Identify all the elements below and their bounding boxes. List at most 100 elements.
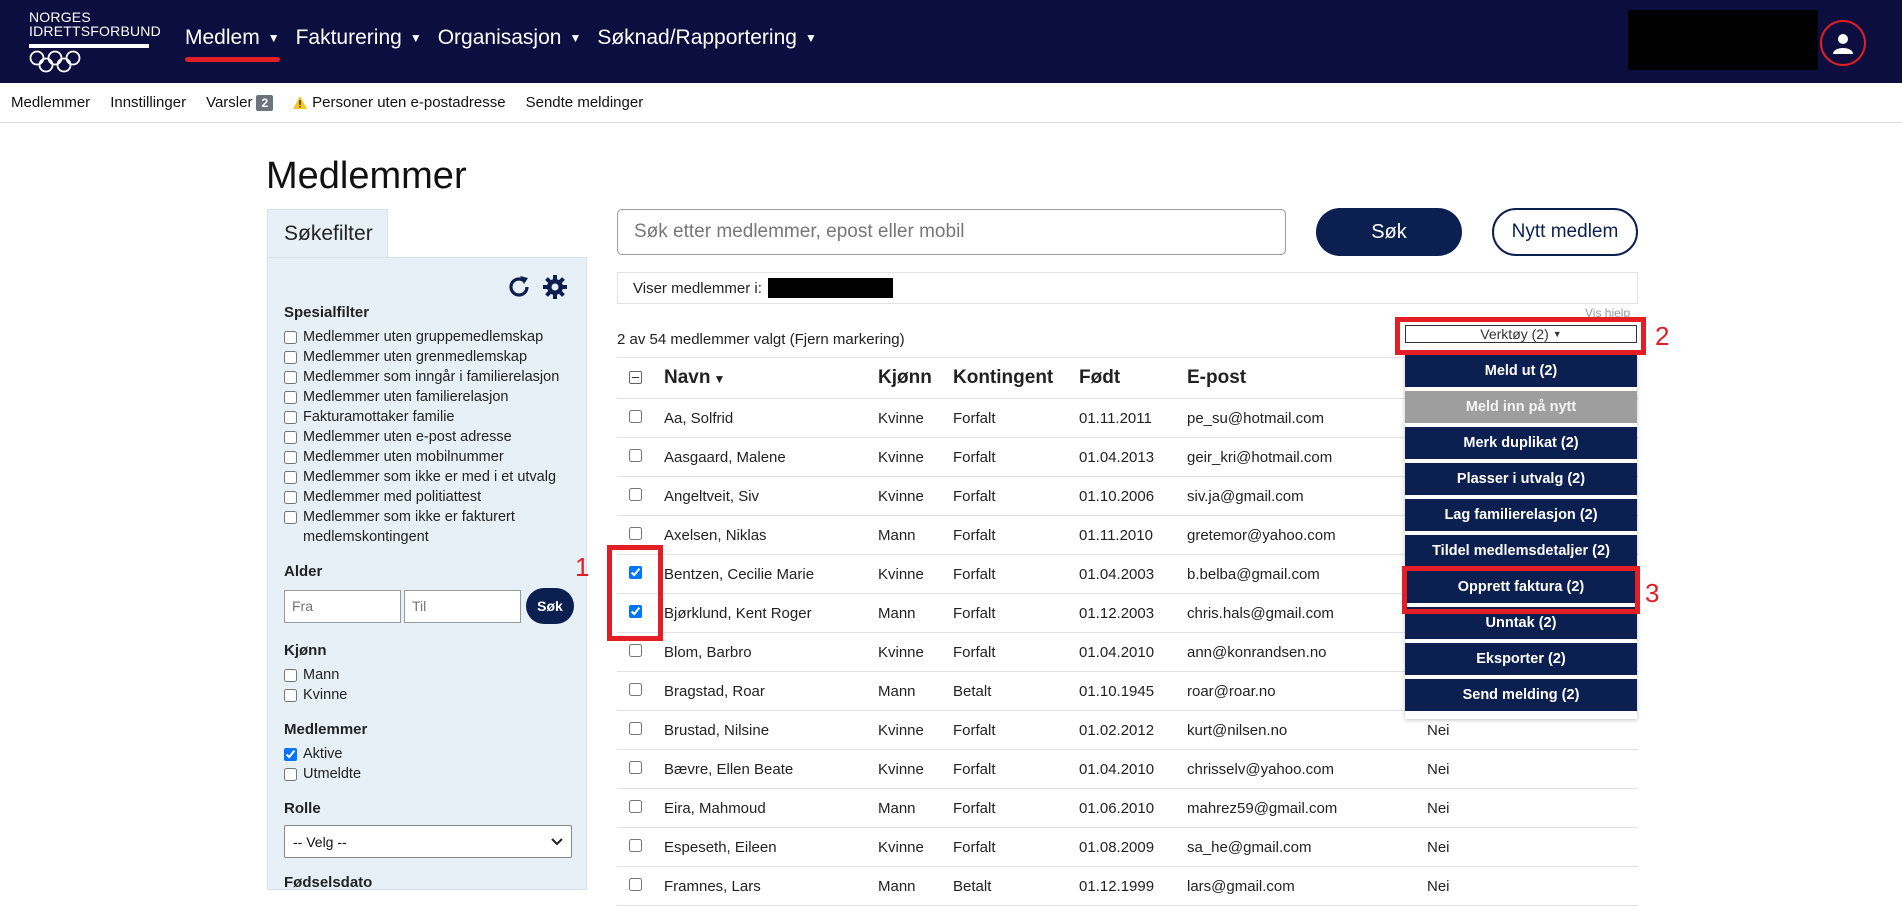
row-select-checkbox[interactable] xyxy=(629,877,642,891)
olympic-rings-icon xyxy=(29,50,81,73)
filter-checkbox[interactable] xyxy=(284,491,297,504)
subnav-medlemmer[interactable]: Medlemmer xyxy=(11,94,90,111)
row-select-checkbox[interactable] xyxy=(629,838,642,852)
member-gender: Kvinne xyxy=(878,632,953,672)
clear-selection-link[interactable]: (Fjern markering) xyxy=(790,331,905,348)
member-name[interactable]: Bentzen, Cecilie Marie xyxy=(664,554,878,594)
filter-checkbox[interactable] xyxy=(284,431,297,444)
select-all-checkbox[interactable] xyxy=(629,371,642,385)
filter-checkbox[interactable] xyxy=(284,511,297,524)
search-button[interactable]: Søk xyxy=(1316,208,1462,256)
showing-members-in: Viser medlemmer i: xyxy=(617,272,1638,304)
help-link[interactable]: Vis hjelp xyxy=(1585,306,1630,318)
row-select-checkbox[interactable] xyxy=(629,682,642,696)
reset-filter-icon[interactable] xyxy=(506,274,532,300)
member-name[interactable]: Bjørklund, Kent Roger xyxy=(664,593,878,633)
table-row[interactable]: Framnes, Lars Mann Betalt 01.12.1999 lars@gm… xyxy=(617,866,1638,906)
row-select-checkbox[interactable] xyxy=(629,760,642,774)
tools-menu-item[interactable]: Tildel medlemsdetaljer (2) xyxy=(1405,535,1637,567)
filter-checkbox[interactable] xyxy=(284,391,297,404)
member-email: sa_he@gmail.com xyxy=(1187,827,1427,867)
age-from-input[interactable] xyxy=(284,589,401,623)
menu-soknad-rapportering[interactable]: Søknad/Rapportering ▼ xyxy=(597,26,817,50)
col-name[interactable]: Navn ▼ xyxy=(664,357,878,399)
row-select-cell xyxy=(617,593,664,633)
member-name[interactable]: Angeltveit, Siv xyxy=(664,476,878,516)
row-select-cell xyxy=(617,437,664,477)
tools-menu-item[interactable]: Unntak (2) xyxy=(1405,607,1637,639)
row-select-checkbox[interactable] xyxy=(629,409,642,423)
tools-menu-item[interactable]: Lag familierelasjon (2) xyxy=(1405,499,1637,531)
age-to-input[interactable] xyxy=(404,589,521,623)
menu-fakturering[interactable]: Fakturering ▼ xyxy=(296,26,422,50)
menu-medlem-label: Medlem xyxy=(185,26,260,49)
tools-menu-item[interactable]: Plasser i utvalg (2) xyxy=(1405,463,1637,495)
menu-organisasjon[interactable]: Organisasjon ▼ xyxy=(438,26,582,50)
members-resigned-checkbox[interactable] xyxy=(284,768,297,781)
table-row[interactable]: Espeseth, Eileen Kvinne Forfalt 01.08.2009 s… xyxy=(617,827,1638,867)
col-born[interactable]: Født xyxy=(1079,357,1187,399)
member-name[interactable]: Axelsen, Niklas xyxy=(664,515,878,555)
row-select-cell xyxy=(617,866,664,906)
gender-male-checkbox[interactable] xyxy=(284,669,297,682)
row-select-checkbox[interactable] xyxy=(629,487,642,501)
member-name[interactable]: Eira, Mahmoud xyxy=(664,788,878,828)
tools-menu-item[interactable]: Merk duplikat (2) xyxy=(1405,427,1637,459)
filter-checkbox[interactable] xyxy=(284,351,297,364)
member-gender: Kvinne xyxy=(878,554,953,594)
nif-logo[interactable]: NORGES IDRETTSFORBUND xyxy=(29,10,161,73)
filter-checkbox[interactable] xyxy=(284,451,297,464)
col-gender[interactable]: Kjønn xyxy=(878,357,953,399)
row-select-cell xyxy=(617,749,664,789)
filter-checkbox[interactable] xyxy=(284,411,297,424)
row-select-checkbox[interactable] xyxy=(629,643,642,657)
filter-option: Fakturamottaker familie xyxy=(284,407,574,427)
tools-menu-item[interactable]: Meld ut (2) xyxy=(1405,355,1637,387)
tools-menu-item[interactable]: Opprett faktura (2) xyxy=(1405,571,1637,603)
age-search-button[interactable]: Søk xyxy=(526,588,574,624)
role-select[interactable]: -- Velg -- xyxy=(284,825,572,858)
subnav-varsler[interactable]: Varsler 2 xyxy=(206,94,274,111)
tools-menu-item[interactable]: Send melding (2) xyxy=(1405,679,1637,711)
row-select-checkbox[interactable] xyxy=(629,526,642,540)
member-name[interactable]: Brustad, Nilsine xyxy=(664,710,878,750)
filter-settings-gear-icon[interactable] xyxy=(542,274,568,300)
member-fee-status: Forfalt xyxy=(953,515,1079,555)
col-email[interactable]: E-post xyxy=(1187,357,1427,399)
col-fee[interactable]: Kontingent xyxy=(953,357,1079,399)
row-select-checkbox[interactable] xyxy=(629,448,642,462)
row-select-checkbox[interactable] xyxy=(629,565,642,579)
table-row[interactable]: Eira, Mahmoud Mann Forfalt 01.06.2010 mahrez… xyxy=(617,788,1638,828)
subnav-no-email[interactable]: Personer uten e-postadresse xyxy=(293,94,506,111)
member-email: mahrez59@gmail.com xyxy=(1187,788,1427,828)
subnav-innstillinger[interactable]: Innstillinger xyxy=(110,94,186,111)
member-fee-status: Betalt xyxy=(953,866,1079,906)
new-member-button[interactable]: Nytt medlem xyxy=(1492,208,1638,256)
tools-menu-item[interactable]: Eksporter (2) xyxy=(1405,643,1637,675)
member-name[interactable]: Framnes, Lars xyxy=(664,866,878,906)
menu-medlem[interactable]: Medlem ▼ xyxy=(185,26,280,62)
user-avatar-button[interactable] xyxy=(1820,20,1866,66)
member-name[interactable]: Blom, Barbro xyxy=(664,632,878,672)
row-select-checkbox[interactable] xyxy=(629,721,642,735)
subnav-sendte-meldinger[interactable]: Sendte meldinger xyxy=(526,94,644,111)
member-name[interactable]: Aasgaard, Malene xyxy=(664,437,878,477)
filter-option-label: Medlemmer uten mobilnummer xyxy=(303,449,504,465)
member-search-input[interactable]: Søk etter medlemmer, epost eller mobil xyxy=(617,209,1286,255)
members-active-checkbox[interactable] xyxy=(284,748,297,761)
member-name[interactable]: Aa, Solfrid xyxy=(664,398,878,438)
filter-checkbox[interactable] xyxy=(284,471,297,484)
filter-checkbox[interactable] xyxy=(284,331,297,344)
member-gender: Mann xyxy=(878,671,953,711)
member-name[interactable]: Bævre, Ellen Beate xyxy=(664,749,878,789)
table-row[interactable]: Bævre, Ellen Beate Kvinne Forfalt 01.04.201… xyxy=(617,749,1638,789)
row-select-checkbox[interactable] xyxy=(629,604,642,618)
member-name[interactable]: Espeseth, Eileen xyxy=(664,827,878,867)
filter-panel: Spesialfilter Medlemmer uten gruppemedle… xyxy=(267,257,587,891)
gender-female-checkbox[interactable] xyxy=(284,689,297,702)
filter-checkbox[interactable] xyxy=(284,371,297,384)
tools-dropdown-toggle[interactable]: Verktøy (2) ▼ xyxy=(1405,325,1637,343)
row-select-checkbox[interactable] xyxy=(629,799,642,813)
member-name[interactable]: Bragstad, Roar xyxy=(664,671,878,711)
filter-tab[interactable]: Søkefilter xyxy=(267,209,388,258)
